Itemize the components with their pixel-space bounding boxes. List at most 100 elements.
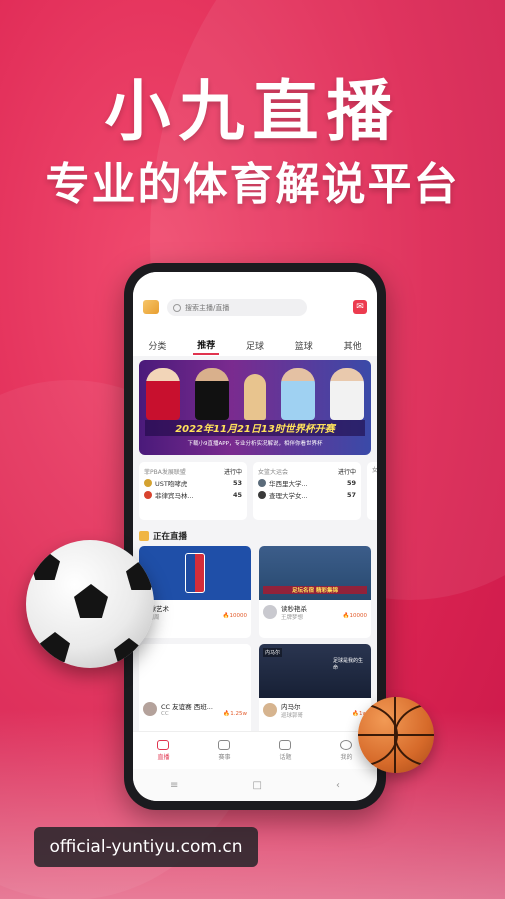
- flame-icon: 🔥: [342, 613, 350, 619]
- category-tabs: 分类 推荐 足球 篮球 其他: [133, 334, 377, 356]
- host-name: 巡球郭哥: [281, 713, 304, 719]
- trophy-icon: [243, 374, 266, 420]
- team-logo-icon: [144, 479, 152, 487]
- search-input[interactable]: [185, 303, 295, 312]
- team-logo-icon: [258, 491, 266, 499]
- gift-icon[interactable]: ✉: [353, 300, 367, 314]
- soccer-ball-image: [26, 540, 154, 668]
- nav-label: 我的: [340, 754, 353, 761]
- team-score: 59: [346, 479, 356, 487]
- league-name: 菲PBA发展联盟: [144, 468, 186, 476]
- team-score: 53: [232, 479, 242, 487]
- nav-label: 赛事: [218, 754, 231, 761]
- menu-icon[interactable]: ≡: [170, 780, 178, 791]
- search-box[interactable]: [167, 299, 307, 316]
- nav-live[interactable]: 直播: [157, 740, 170, 761]
- profile-icon: [340, 740, 353, 750]
- app-top-bar: ✉: [133, 272, 377, 334]
- tab-other[interactable]: 其他: [340, 337, 366, 354]
- topic-icon: [279, 740, 292, 750]
- tab-recommend[interactable]: 推荐: [193, 336, 220, 355]
- host-name: 王牌梦想: [281, 615, 304, 621]
- system-navigation-bar: ≡ □ ‹: [133, 769, 377, 801]
- avatar: [143, 702, 157, 716]
- tab-category[interactable]: 分类: [144, 337, 170, 354]
- match-card[interactable]: 菲PBA发展联盟 进行中 UST咆哮虎 53 菲律宾马林... 45: [139, 462, 247, 520]
- host-name: CC: [161, 711, 169, 717]
- live-grid: 篮球艺术 大周周🔥10000 足坛名宿 精彩集锦 读秒艳杀 王牌梦想🔥10000: [139, 546, 371, 736]
- nav-profile[interactable]: 我的: [340, 740, 353, 761]
- match-status: 进行中: [223, 468, 242, 476]
- nba-logo-icon: [185, 553, 205, 593]
- team-logo-icon: [258, 479, 266, 487]
- ball-patch: [40, 632, 70, 662]
- team-name: 查理大学女...: [269, 492, 308, 500]
- ball-patch: [114, 638, 144, 668]
- stream-title: 篮球艺术: [143, 605, 169, 613]
- team-name: UST咆哮虎: [155, 480, 188, 488]
- team-score: 45: [232, 491, 242, 499]
- home-icon[interactable]: □: [252, 780, 261, 791]
- banner-subtitle: 下载小9直播APP，专业分析实况解说，相伴你看世界杯: [187, 441, 323, 447]
- world-cup-banner[interactable]: 2022年11月21日13时世界杯开赛 下载小9直播APP，专业分析实况解说，相…: [139, 360, 371, 455]
- match-card[interactable]: 女: [367, 462, 377, 520]
- live-tile[interactable]: CC 友谊赛 西班... CC 🔥1.25w: [139, 644, 251, 736]
- trophy-icon: [218, 740, 231, 750]
- stream-thumbnail: [139, 546, 251, 600]
- phone-mockup: ✉ 分类 推荐 足球 篮球 其他 2022年11月21日13时世界杯开赛 下载小…: [124, 263, 386, 810]
- app-screen: ✉ 分类 推荐 足球 篮球 其他 2022年11月21日13时世界杯开赛 下载小…: [133, 272, 377, 801]
- promo-headline: 小九直播: [104, 73, 401, 150]
- heat-count: 10000: [229, 613, 248, 619]
- website-url-watermark: official-yuntiyu.com.cn: [34, 827, 258, 867]
- banner-players: [139, 360, 371, 420]
- match-scores: 菲PBA发展联盟 进行中 UST咆哮虎 53 菲律宾马林... 45 女篮大运会 进行中…: [139, 462, 377, 522]
- thumbnail-quote: 足球是我的生命: [333, 658, 364, 671]
- match-status: 进行中: [337, 468, 356, 476]
- heat-count: 10000: [349, 613, 368, 619]
- stream-thumbnail: [139, 644, 251, 698]
- search-icon: [173, 303, 181, 312]
- stream-thumbnail: 足坛名宿 精彩集锦: [259, 546, 371, 600]
- live-tile[interactable]: 内马尔 足球是我的生命 内马尔 巡球郭哥🔥1w: [259, 644, 371, 736]
- app-logo-icon[interactable]: [143, 300, 159, 314]
- player-image: [195, 368, 230, 420]
- nav-topics[interactable]: 话题: [279, 740, 292, 761]
- team-name: 华西里大学...: [269, 480, 308, 488]
- team-logo-icon: [144, 491, 152, 499]
- thumbnail-tag: 内马尔: [263, 648, 283, 657]
- live-tile[interactable]: 足坛名宿 精彩集锦 读秒艳杀 王牌梦想 🔥10000: [259, 546, 371, 638]
- player-image: [146, 368, 181, 420]
- player-image: [329, 368, 364, 420]
- player-image: [280, 368, 315, 420]
- live-icon: [157, 740, 170, 750]
- promo-tagline: 专业的体育解说平台: [45, 159, 460, 210]
- live-section-header: 正在直播: [139, 530, 187, 542]
- basketball-image: [358, 697, 434, 773]
- ball-seam: [358, 734, 434, 736]
- tab-basketball[interactable]: 篮球: [291, 337, 317, 354]
- league-name: 女: [372, 467, 377, 474]
- back-icon[interactable]: ‹: [336, 780, 340, 791]
- bottom-navigation: 直播 赛事 话题 我的: [133, 731, 377, 769]
- stream-title: 内马尔: [281, 703, 301, 711]
- team-name: 菲律宾马林...: [155, 492, 194, 500]
- flame-icon: 🔥: [222, 613, 230, 619]
- avatar: [263, 605, 277, 619]
- banner-title: 2022年11月21日13时世界杯开赛: [145, 420, 365, 436]
- league-name: 女篮大运会: [258, 468, 289, 476]
- live-tile[interactable]: 篮球艺术 大周周🔥10000: [139, 546, 251, 638]
- nav-events[interactable]: 赛事: [218, 740, 231, 761]
- ball-patch: [74, 584, 108, 618]
- nav-label: 直播: [157, 754, 170, 761]
- thumbnail-caption: 足坛名宿 精彩集锦: [263, 586, 367, 594]
- tab-football[interactable]: 足球: [242, 337, 268, 354]
- avatar: [263, 703, 277, 717]
- heat-count: 1.25w: [230, 711, 247, 717]
- stream-thumbnail: 内马尔 足球是我的生命: [259, 644, 371, 698]
- live-section-title: 正在直播: [153, 532, 188, 542]
- team-score: 57: [346, 491, 356, 499]
- stream-title: CC 友谊赛 西班...: [161, 703, 213, 711]
- nav-label: 话题: [279, 754, 292, 761]
- live-tv-icon: [139, 531, 149, 541]
- match-card[interactable]: 女篮大运会 进行中 华西里大学... 59 查理大学女... 57: [253, 462, 361, 520]
